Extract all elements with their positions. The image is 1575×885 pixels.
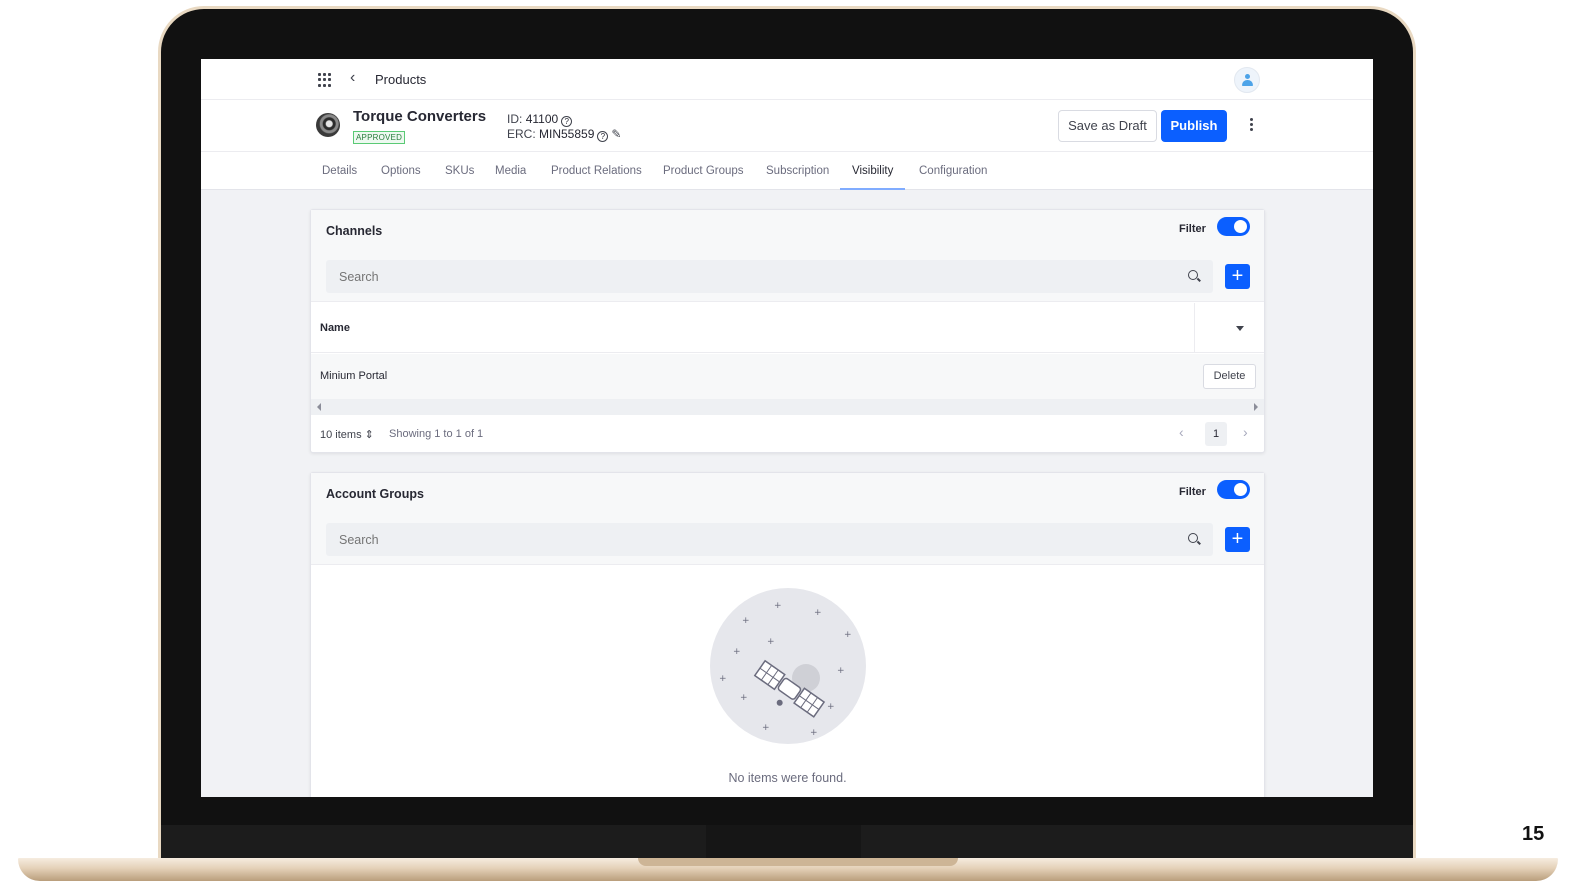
page-button[interactable]: 1 — [1205, 422, 1227, 446]
channels-search-row: + — [311, 252, 1264, 302]
svg-text:+: + — [740, 693, 748, 703]
tab-configuration[interactable]: Configuration — [907, 152, 999, 190]
user-avatar-icon[interactable] — [1234, 67, 1260, 93]
product-header: Torque Converters APPROVED ID: 41100? ER… — [201, 100, 1373, 152]
svg-text:+: + — [774, 601, 782, 611]
tab-subscription[interactable]: Subscription — [754, 152, 841, 190]
tab-visibility[interactable]: Visibility — [840, 152, 906, 190]
question-circle-icon[interactable]: ? — [597, 131, 609, 142]
question-circle-icon[interactable]: ? — [561, 116, 573, 127]
id-label: ID: — [507, 112, 523, 126]
account-groups-search-input[interactable] — [326, 523, 1213, 556]
laptop-base-groove — [638, 858, 958, 866]
svg-text:+: + — [733, 647, 741, 657]
showing-results: Showing 1 to 1 of 1 — [389, 428, 484, 440]
apps-grid-icon[interactable] — [318, 73, 332, 87]
channels-filter-toggle[interactable] — [1217, 217, 1250, 236]
publish-button[interactable]: Publish — [1161, 110, 1227, 142]
satellite-empty-illustration: + + + + + + + + + + + + — [710, 588, 866, 744]
channels-column-header: Name — [311, 303, 1264, 353]
id-value: 41100 — [525, 112, 559, 126]
empty-state-message: No items were found. — [728, 771, 847, 785]
table-row: Minium Portal Delete — [311, 354, 1264, 399]
product-id-line: ID: 41100? — [507, 112, 621, 127]
chevron-right-icon[interactable]: › — [1243, 424, 1248, 440]
column-name[interactable]: Name — [320, 322, 350, 334]
save-as-draft-button[interactable]: Save as Draft — [1058, 110, 1157, 142]
svg-text:+: + — [742, 616, 750, 626]
delete-button[interactable]: Delete — [1203, 364, 1256, 389]
search-icon[interactable] — [1188, 533, 1198, 543]
items-per-page-label: 10 items — [320, 429, 362, 441]
pencil-icon[interactable]: ✎ — [611, 127, 621, 141]
account-groups-search-row: + — [311, 515, 1264, 565]
caret-down-icon[interactable] — [1236, 326, 1244, 331]
channels-header: Channels Filter — [311, 210, 1264, 252]
product-meta: ID: 41100? ERC: MIN55859? ✎ — [507, 112, 621, 142]
svg-text:+: + — [837, 666, 845, 676]
laptop-hinge-notch — [706, 825, 861, 861]
app-screen: ‹ Products Torque Converters APPROVED ID… — [201, 59, 1373, 797]
channels-panel: Channels Filter + Name Minium Portal Del… — [310, 209, 1265, 453]
slide-number: 15 — [1522, 823, 1545, 845]
svg-text:+: + — [810, 728, 818, 738]
channel-name: Minium Portal — [320, 370, 388, 382]
add-channel-button[interactable]: + — [1225, 264, 1250, 289]
top-bar: ‹ Products — [201, 59, 1373, 100]
laptop-base — [18, 858, 1558, 881]
tab-options[interactable]: Options — [369, 152, 433, 190]
account-groups-filter-label: Filter — [1179, 486, 1206, 498]
account-groups-panel: Account Groups Filter + + + + + + + + + + + + + — [310, 472, 1265, 797]
status-badge: APPROVED — [353, 131, 406, 144]
svg-text:+: + — [827, 702, 835, 712]
tab-product-relations[interactable]: Product Relations — [539, 152, 654, 190]
product-name: Torque Converters — [353, 108, 487, 125]
svg-text:+: + — [719, 674, 727, 684]
product-thumbnail — [316, 113, 340, 137]
chevron-left-icon[interactable]: ‹ — [1179, 424, 1184, 440]
tab-bar: Details Options SKUs Media Product Relat… — [201, 152, 1373, 190]
add-account-group-button[interactable]: + — [1225, 527, 1250, 552]
channels-title: Channels — [326, 224, 383, 238]
svg-text:+: + — [814, 608, 822, 618]
pagination: 10 items ⇕ Showing 1 to 1 of 1 ‹ 1 › — [311, 415, 1264, 453]
svg-text:+: + — [762, 723, 770, 733]
tab-media[interactable]: Media — [483, 152, 538, 190]
tab-product-groups[interactable]: Product Groups — [651, 152, 756, 190]
more-options-icon[interactable] — [1246, 116, 1256, 136]
svg-text:+: + — [844, 630, 852, 640]
channels-search-input[interactable] — [326, 260, 1213, 293]
column-divider — [1194, 303, 1195, 353]
product-erc-line: ERC: MIN55859? ✎ — [507, 127, 621, 142]
channels-filter-label: Filter — [1179, 223, 1206, 235]
tab-skus[interactable]: SKUs — [433, 152, 486, 190]
erc-label: ERC: — [507, 127, 536, 141]
tab-details[interactable]: Details — [310, 152, 369, 190]
chevron-left-icon[interactable]: ‹ — [350, 69, 355, 87]
items-per-page-select[interactable]: 10 items ⇕ — [320, 428, 374, 441]
scroll-right-icon[interactable] — [1254, 403, 1258, 411]
account-groups-title: Account Groups — [326, 487, 424, 501]
svg-text:+: + — [767, 637, 775, 647]
horizontal-scrollbar[interactable] — [311, 399, 1264, 415]
account-groups-header: Account Groups Filter — [311, 473, 1264, 515]
account-groups-filter-toggle[interactable] — [1217, 480, 1250, 499]
search-icon[interactable] — [1188, 270, 1198, 280]
sort-updown-icon: ⇕ — [364, 429, 374, 441]
erc-value: MIN55859 — [539, 127, 595, 141]
scroll-left-icon[interactable] — [317, 403, 321, 411]
breadcrumb-title[interactable]: Products — [375, 72, 426, 87]
